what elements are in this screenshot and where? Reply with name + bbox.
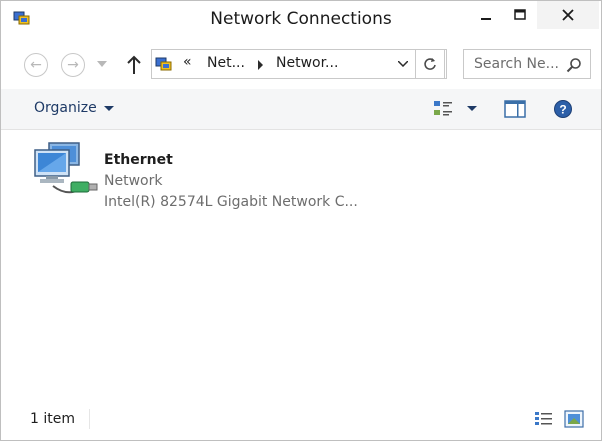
network-connections-icon bbox=[155, 57, 172, 71]
organize-button[interactable]: Organize bbox=[34, 100, 97, 116]
file-list: Ethernet Network Intel(R) 82574L Gigabit… bbox=[1, 130, 601, 402]
recent-locations-dropdown[interactable] bbox=[97, 61, 107, 67]
caret-down-icon[interactable] bbox=[467, 106, 477, 111]
network-adapter-icon bbox=[34, 142, 98, 194]
explorer-window: Network Connections ← → « Net... Networ.… bbox=[0, 0, 602, 441]
arrow-right-icon: → bbox=[67, 57, 79, 73]
up-arrow-icon[interactable] bbox=[124, 54, 144, 76]
status-bar: 1 item bbox=[1, 401, 601, 440]
close-icon bbox=[562, 9, 574, 21]
address-bar[interactable]: « Net... Networ... bbox=[151, 49, 447, 79]
change-view-icon[interactable] bbox=[433, 99, 457, 119]
maximize-button[interactable] bbox=[503, 1, 537, 29]
caret-down-icon[interactable] bbox=[104, 106, 114, 111]
item-network: Network bbox=[104, 173, 163, 189]
navigation-bar: ← → « Net... Networ... Search Ne... bbox=[1, 39, 601, 89]
item-device-name: Intel(R) 82574L Gigabit Network C... bbox=[104, 194, 358, 210]
title-bar: Network Connections bbox=[1, 1, 601, 39]
item-count: 1 item bbox=[30, 411, 75, 427]
chevron-down-icon[interactable] bbox=[398, 61, 408, 67]
maximize-icon bbox=[514, 9, 526, 20]
close-button[interactable] bbox=[537, 1, 599, 29]
preview-pane-icon[interactable] bbox=[504, 99, 526, 119]
item-name: Ethernet bbox=[104, 152, 173, 168]
breadcrumb-separator-icon[interactable] bbox=[258, 60, 263, 70]
list-item-ethernet[interactable]: Ethernet Network Intel(R) 82574L Gigabit… bbox=[31, 140, 361, 210]
search-placeholder: Search Ne... bbox=[474, 56, 559, 72]
refresh-icon bbox=[424, 58, 436, 70]
search-input[interactable]: Search Ne... bbox=[463, 49, 591, 79]
minimize-button[interactable] bbox=[469, 1, 503, 29]
address-overflow[interactable]: « bbox=[183, 54, 192, 70]
help-icon[interactable]: ? bbox=[553, 99, 573, 119]
status-divider bbox=[89, 409, 90, 429]
details-view-icon[interactable] bbox=[534, 410, 554, 428]
large-icons-view-icon[interactable] bbox=[564, 410, 584, 428]
breadcrumb-item[interactable]: Net... bbox=[207, 55, 245, 71]
command-bar: Organize ? bbox=[1, 89, 601, 130]
arrow-left-icon: ← bbox=[30, 57, 42, 73]
minimize-icon bbox=[481, 18, 491, 20]
back-button[interactable]: ← bbox=[24, 53, 48, 77]
search-icon bbox=[566, 58, 581, 73]
svg-text:?: ? bbox=[559, 103, 566, 117]
breadcrumb-item[interactable]: Networ... bbox=[276, 55, 338, 71]
refresh-button[interactable] bbox=[415, 49, 445, 79]
forward-button[interactable]: → bbox=[61, 53, 85, 77]
